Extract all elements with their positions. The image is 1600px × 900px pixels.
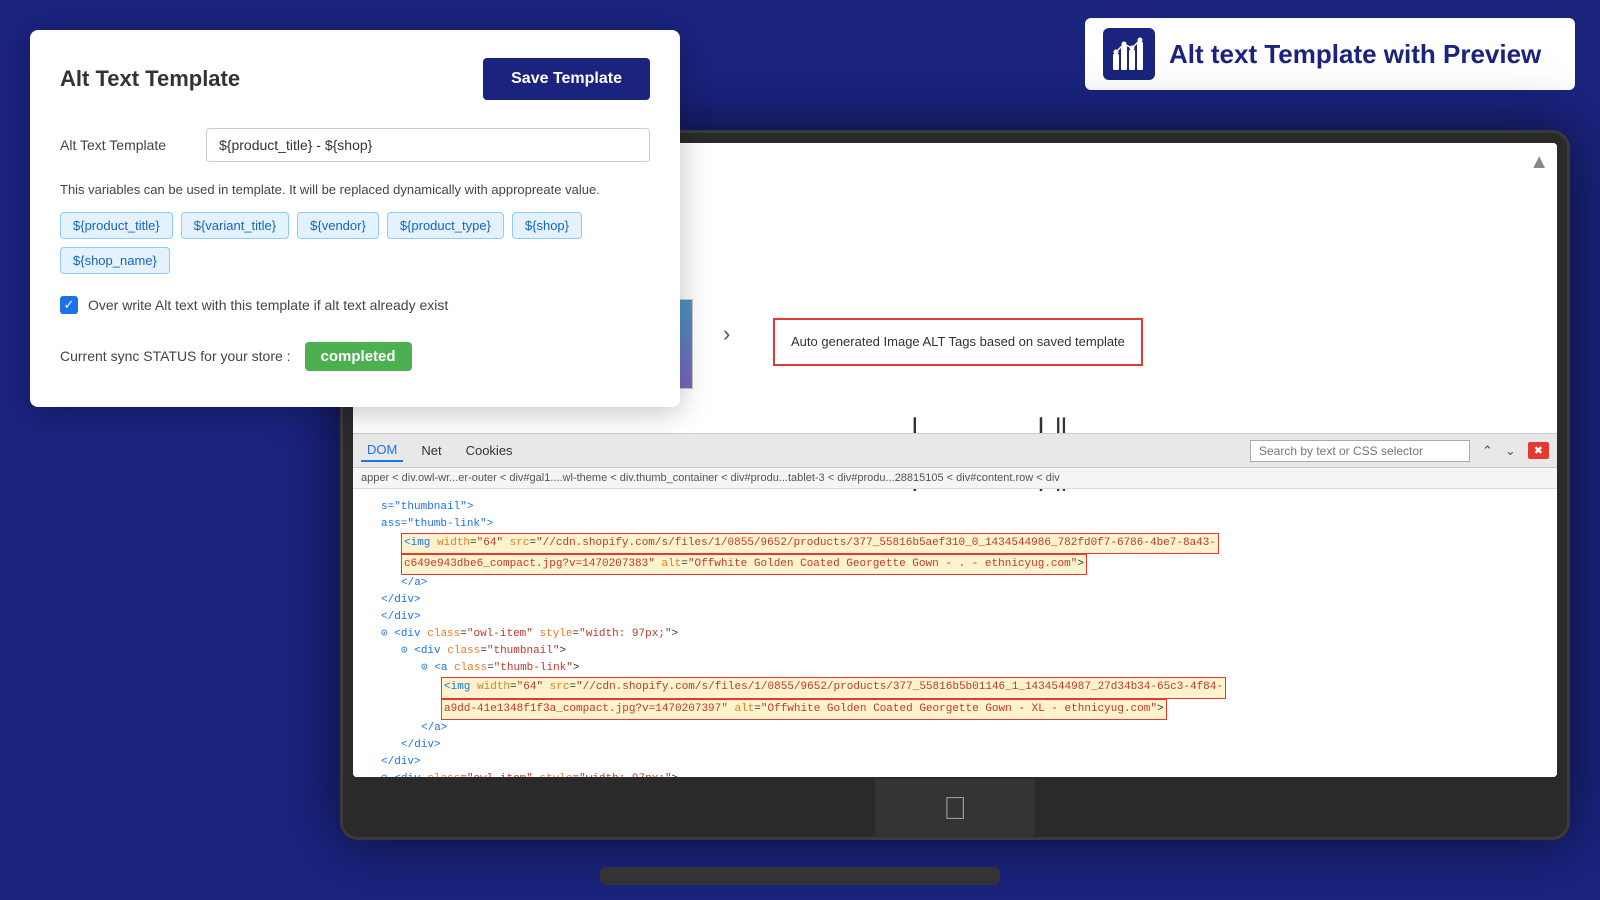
- save-template-button[interactable]: Save Template: [483, 58, 650, 100]
- code-line: ⊙ <div class="owl-item" style="width: 97…: [361, 626, 1549, 643]
- code-line: </div>: [361, 592, 1549, 609]
- overwrite-label: Over write Alt text with this template i…: [88, 297, 448, 313]
- var-badge-product-type[interactable]: ${product_type}: [387, 212, 504, 239]
- status-row: Current sync STATUS for your store : com…: [60, 342, 650, 371]
- monitor-stand-top: : [875, 779, 1035, 837]
- template-input[interactable]: [206, 128, 650, 162]
- code-line: </div>: [361, 609, 1549, 626]
- overwrite-checkbox-row: Over write Alt text with this template i…: [60, 296, 650, 314]
- checkbox-checked[interactable]: [60, 296, 78, 314]
- code-line-highlighted-2: <img width="64" src="//cdn.shopify.com/s…: [361, 677, 1549, 698]
- callout-box: Auto generated Image ALT Tags based on s…: [773, 318, 1143, 366]
- code-line: </a>: [361, 720, 1549, 737]
- chart-icon: [1111, 36, 1147, 72]
- apple-logo: : [943, 790, 967, 827]
- status-badge: completed: [305, 342, 412, 371]
- code-line: </div>: [361, 737, 1549, 754]
- status-label: Current sync STATUS for your store :: [60, 348, 291, 364]
- header-title: Alt text Template with Preview: [1169, 39, 1541, 70]
- variables-description: This variables can be used in template. …: [60, 180, 650, 200]
- header-bar: Alt text Template with Preview: [1085, 18, 1575, 90]
- code-line-highlighted-1: <img width="64" src="//cdn.shopify.com/s…: [361, 533, 1549, 554]
- code-area: s="thumbnail"> ass="thumb-link"> <img wi…: [353, 491, 1557, 777]
- code-line: ⊙ <div class="owl-item" style="width: 97…: [361, 771, 1549, 777]
- panel-title: Alt Text Template: [60, 66, 240, 92]
- code-line: </div>: [361, 754, 1549, 771]
- template-label: Alt Text Template: [60, 137, 190, 153]
- header-icon: [1103, 28, 1155, 80]
- devtools-tab-cookies[interactable]: Cookies: [460, 440, 519, 461]
- devtools-tab-dom[interactable]: DOM: [361, 439, 403, 462]
- code-line: ⊙ <a class="thumb-link">: [361, 660, 1549, 677]
- devtools-close[interactable]: ✖: [1528, 442, 1549, 459]
- var-badge-shop[interactable]: ${shop}: [512, 212, 582, 239]
- devtools-search[interactable]: [1250, 440, 1470, 462]
- devtools-tab-net[interactable]: Net: [415, 440, 447, 461]
- code-line: </a>: [361, 575, 1549, 592]
- template-input-row: Alt Text Template: [60, 128, 650, 162]
- devtools-nav-up[interactable]: ⌃: [1482, 443, 1493, 459]
- var-badge-vendor[interactable]: ${vendor}: [297, 212, 379, 239]
- code-line-highlighted-1b: c649e943dbe6_compact.jpg?v=1470207383" a…: [361, 554, 1549, 575]
- breadcrumb-bar: apper < div.owl-wr...er-outer < div#gal1…: [353, 468, 1557, 489]
- code-line: s="thumbnail">: [361, 499, 1549, 516]
- callout-text: Auto generated Image ALT Tags based on s…: [791, 334, 1125, 349]
- scroll-indicator[interactable]: ▲: [1529, 151, 1549, 174]
- monitor-base: [600, 867, 1000, 885]
- devtools-bar: DOM Net Cookies ⌃ ⌄ ✖: [353, 433, 1557, 468]
- code-line-highlighted-2b: a9dd-41e1348f1f3a_compact.jpg?v=14702073…: [361, 699, 1549, 720]
- variables-container: ${product_title} ${variant_title} ${vend…: [60, 212, 650, 274]
- nav-arrow[interactable]: ›: [723, 321, 730, 347]
- var-badge-variant-title[interactable]: ${variant_title}: [181, 212, 289, 239]
- var-badge-shop-name[interactable]: ${shop_name}: [60, 247, 170, 274]
- form-panel: Alt Text Template Save Template Alt Text…: [30, 30, 680, 407]
- panel-header: Alt Text Template Save Template: [60, 58, 650, 100]
- breadcrumb-path: apper < div.owl-wr...er-outer < div#gal1…: [361, 472, 1060, 484]
- code-line: ass="thumb-link">: [361, 516, 1549, 533]
- devtools-nav-down[interactable]: ⌄: [1505, 443, 1516, 459]
- code-line: ⊙ <div class="thumbnail">: [361, 643, 1549, 660]
- var-badge-product-title[interactable]: ${product_title}: [60, 212, 173, 239]
